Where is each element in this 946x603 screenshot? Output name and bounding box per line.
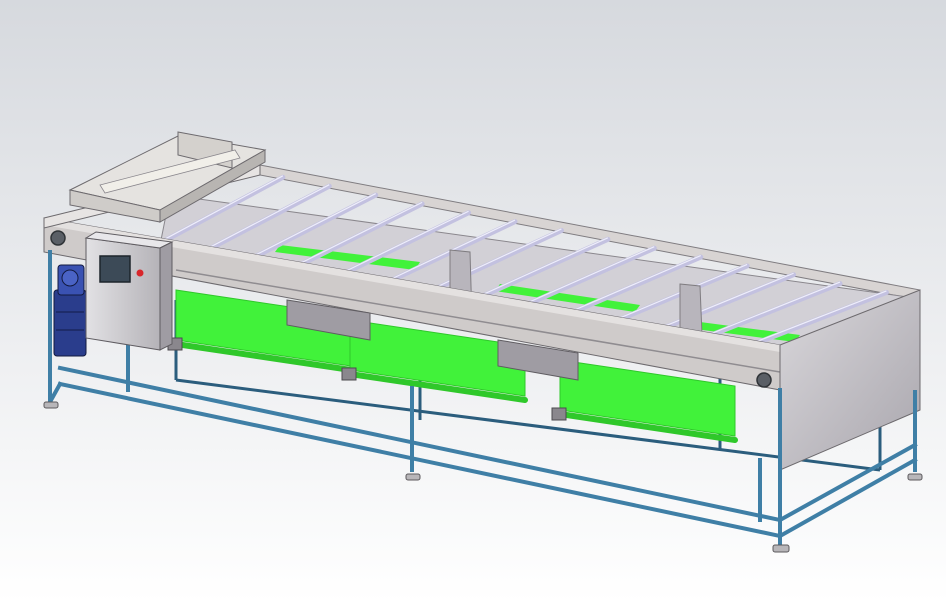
bearing-left-icon [50, 230, 66, 246]
touch-screen-icon[interactable] [99, 255, 131, 283]
gear-motor-icon [53, 264, 87, 357]
belt-bracket [341, 367, 357, 381]
indicator-light-icon [136, 269, 144, 277]
control-cabinet-icon[interactable] [84, 231, 174, 351]
bearing-right-icon [756, 372, 772, 388]
cad-viewport[interactable] [0, 0, 946, 603]
machine-render [0, 0, 946, 603]
belt-bracket [551, 407, 567, 421]
